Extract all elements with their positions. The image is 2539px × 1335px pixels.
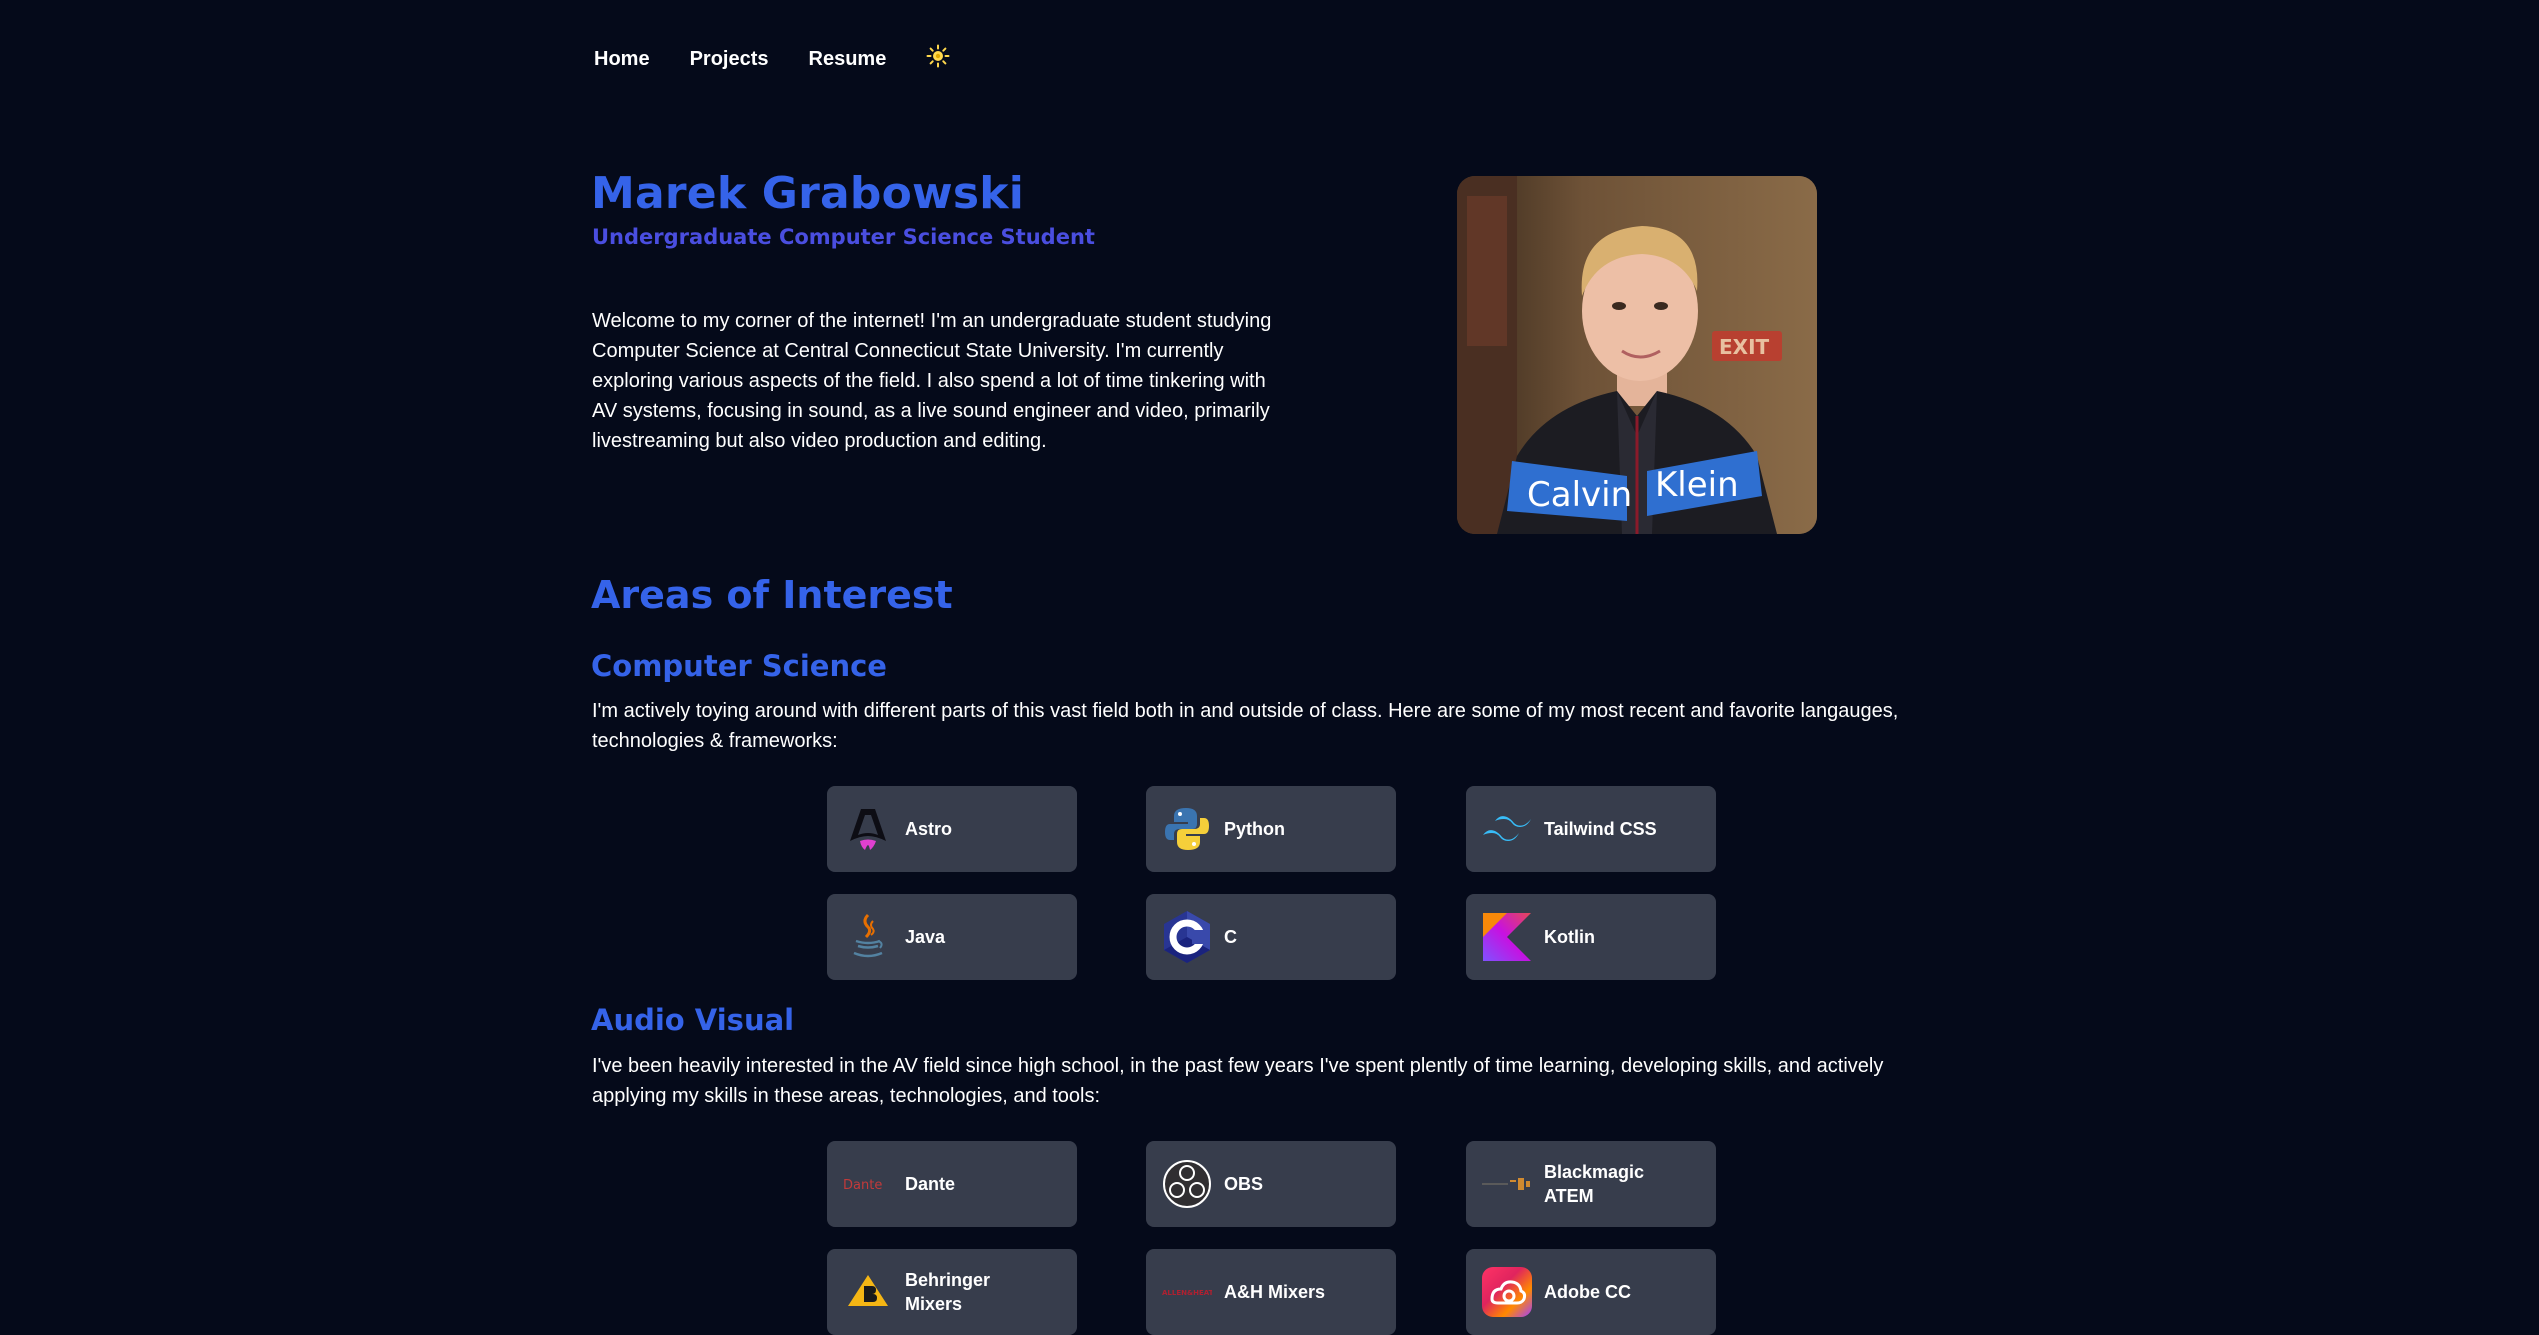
page-subtitle: Undergraduate Computer Science Student (592, 225, 1095, 249)
skill-card-adobe-cc[interactable]: Adobe CC (1466, 1249, 1716, 1335)
skill-card-allen-heath[interactable]: ALLEN&HEATH A&H Mixers (1146, 1249, 1396, 1335)
profile-photo: EXIT Calvin Klein (1457, 176, 1817, 534)
svg-text:ALLEN&HEATH: ALLEN&HEATH (1162, 1289, 1212, 1297)
c-icon (1162, 911, 1212, 963)
skill-label: Adobe CC (1544, 1282, 1631, 1302)
skill-label: Python (1224, 819, 1285, 839)
jacket-text-calvin: Calvin (1527, 475, 1632, 515)
skill-label: Kotlin (1544, 927, 1595, 947)
skill-label: Astro (905, 819, 953, 839)
skill-label: Java (905, 927, 946, 947)
java-icon (843, 912, 893, 962)
nav-projects-link[interactable]: Projects (690, 48, 769, 71)
skill-label: C (1224, 927, 1237, 947)
skill-label: Dante (905, 1174, 956, 1194)
python-icon (1162, 804, 1212, 854)
skill-card-dante[interactable]: Dante Dante (827, 1141, 1077, 1227)
skill-card-python[interactable]: Python (1146, 786, 1396, 872)
skill-label: Tailwind CSS (1544, 819, 1657, 839)
skill-label: Blackmagic ATEM (1544, 1162, 1645, 1206)
adobe-cc-icon (1482, 1267, 1532, 1317)
obs-icon (1162, 1159, 1212, 1209)
skill-card-c[interactable]: C (1146, 894, 1396, 980)
allen-heath-icon: ALLEN&HEATH (1162, 1267, 1212, 1317)
skill-card-blackmagic[interactable]: Blackmagic ATEM (1466, 1141, 1716, 1227)
skill-card-astro[interactable]: Astro (827, 786, 1077, 872)
skill-card-java[interactable]: Java (827, 894, 1077, 980)
skill-label: Behringer Mixers (905, 1270, 991, 1314)
skill-card-tailwind[interactable]: Tailwind CSS (1466, 786, 1716, 872)
bio-paragraph: Welcome to my corner of the internet! I'… (592, 310, 1272, 452)
blackmagic-icon (1482, 1159, 1532, 1209)
nav-home-link[interactable]: Home (594, 48, 650, 71)
skill-card-kotlin[interactable]: Kotlin (1466, 894, 1716, 980)
sun-icon[interactable] (926, 44, 950, 74)
page-title: Marek Grabowski (591, 168, 1025, 219)
dante-icon: Dante (843, 1159, 893, 1209)
skill-label: OBS (1224, 1174, 1264, 1194)
svg-text:Dante: Dante (843, 1178, 882, 1193)
audio-visual-description: I've been heavily interested in the AV f… (592, 1055, 1884, 1107)
jacket-text-klein: Klein (1655, 465, 1739, 505)
skill-card-obs[interactable]: OBS (1146, 1141, 1396, 1227)
svg-text:EXIT: EXIT (1719, 335, 1770, 359)
kotlin-icon (1482, 912, 1532, 962)
skill-label: A&H Mixers (1224, 1282, 1326, 1302)
areas-of-interest-heading: Areas of Interest (591, 573, 953, 617)
top-nav: Home Projects Resume (594, 44, 950, 74)
skill-card-behringer[interactable]: Behringer Mixers (827, 1249, 1077, 1335)
behringer-icon (843, 1267, 893, 1317)
nav-resume-link[interactable]: Resume (809, 48, 887, 71)
tailwind-icon (1482, 804, 1532, 854)
audio-visual-heading: Audio Visual (591, 1003, 795, 1037)
computer-science-description: I'm actively toying around with differen… (592, 700, 1899, 752)
computer-science-heading: Computer Science (591, 649, 887, 683)
astro-icon (843, 804, 893, 854)
